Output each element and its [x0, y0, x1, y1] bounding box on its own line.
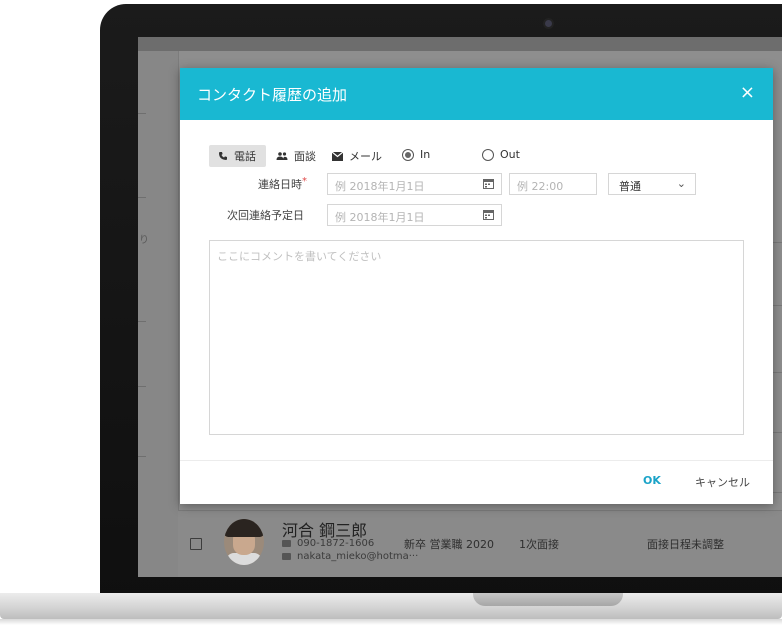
sidebar-fragment: り: [139, 235, 149, 246]
sidebar-divider: [138, 113, 146, 114]
phone-icon: [219, 152, 227, 160]
radio-label: Out: [500, 148, 520, 161]
ok-button[interactable]: OK: [643, 474, 661, 487]
email-text: nakata_mieko@hotma···: [297, 551, 419, 562]
table-row[interactable]: 河合 鋼三郎 090-1872-1606 nakata_mieko@hotma·…: [178, 510, 782, 577]
category-cell: 新卒 営業職 2020: [404, 538, 494, 551]
laptop-base: [0, 593, 782, 619]
camera-icon: [545, 20, 552, 27]
avatar: [224, 519, 264, 565]
footer-divider: [180, 460, 773, 461]
app-topbar: [138, 37, 782, 51]
contact-history-dialog: コンタクト履歴の追加 × 電話 面談 メール In Out 連絡日時* 例 20…: [180, 68, 773, 504]
mail-icon: [332, 151, 343, 161]
contact-date-input[interactable]: 例 2018年1月1日: [327, 173, 502, 195]
people-icon: [276, 152, 288, 160]
time-placeholder: 例 22:00: [517, 180, 564, 193]
comment-placeholder: ここにコメントを書いてください: [217, 250, 382, 263]
mail-icon: [282, 552, 291, 560]
comment-textarea[interactable]: ここにコメントを書いてください: [209, 240, 744, 435]
close-icon[interactable]: ×: [740, 82, 755, 103]
sidebar-divider: [138, 321, 146, 322]
dialog-title: コンタクト履歴の追加: [197, 86, 348, 104]
dialog-header: コンタクト履歴の追加 ×: [180, 68, 773, 120]
sidebar-divider: [138, 456, 146, 457]
contact-type-label: 面談: [294, 150, 316, 163]
phone-text: 090-1872-1606: [297, 538, 375, 549]
direction-in-radio[interactable]: In: [402, 148, 430, 161]
stage-cell: 1次面接: [519, 538, 559, 551]
contact-type-phone[interactable]: 電話: [209, 145, 266, 167]
status-cell: 面接日程未調整: [647, 538, 724, 551]
contact-type-meeting[interactable]: 面談: [276, 145, 316, 167]
date-placeholder: 例 2018年1月1日: [335, 211, 425, 224]
left-sidebar: り: [138, 51, 179, 577]
contact-type-label: 電話: [234, 150, 256, 163]
direction-out-radio[interactable]: Out: [482, 148, 520, 161]
radio-icon: [482, 148, 494, 161]
phone-icon: [282, 539, 291, 547]
laptop-notch: [473, 593, 623, 606]
laptop-shadow: [0, 619, 782, 625]
calendar-icon[interactable]: [483, 178, 494, 189]
next-contact-label: 次回連絡予定日: [227, 209, 304, 222]
next-contact-date-input[interactable]: 例 2018年1月1日: [327, 204, 502, 226]
candidate-email: nakata_mieko@hotma···: [282, 551, 418, 562]
contact-time-input[interactable]: 例 22:00: [509, 173, 597, 195]
sidebar-divider: [138, 386, 146, 387]
priority-value: 普通: [619, 180, 641, 193]
row-checkbox[interactable]: [190, 538, 202, 550]
contact-datetime-label: 連絡日時*: [200, 176, 307, 192]
radio-label: In: [420, 148, 431, 161]
candidate-phone: 090-1872-1606: [282, 538, 374, 549]
required-mark: *: [302, 176, 307, 187]
calendar-icon[interactable]: [483, 209, 494, 220]
sidebar-divider: [138, 197, 146, 198]
radio-icon: [402, 148, 414, 161]
contact-type-email[interactable]: メール: [332, 145, 382, 167]
priority-select[interactable]: 普通 ⌄: [608, 173, 696, 195]
date-placeholder: 例 2018年1月1日: [335, 180, 425, 193]
contact-type-label: メール: [349, 150, 382, 163]
chevron-down-icon: ⌄: [676, 177, 686, 190]
label-text: 連絡日時: [258, 178, 302, 191]
cancel-button[interactable]: キャンセル: [695, 474, 750, 490]
